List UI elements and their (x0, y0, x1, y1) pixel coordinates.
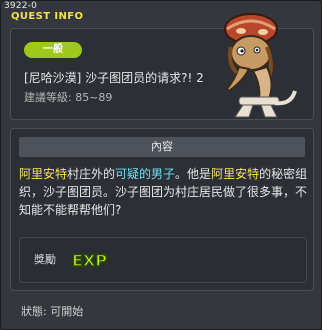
content-header: 內容 (19, 137, 305, 157)
desc-text: 村庄外的 (67, 167, 116, 181)
quest-type-badge: 一般 (24, 42, 82, 58)
quest-name: [尼哈沙漠] 沙子图团员的请求?! 2 (24, 71, 204, 85)
quest-content-panel: 內容 阿里安特村庄外的可疑的男子。他是阿里安特的秘密组织，沙子图团员。沙子图团为… (10, 128, 314, 291)
quest-status: 狀態: 可開始 (21, 305, 84, 318)
recommended-level: 建議等級: 85~89 (24, 91, 113, 104)
window-title: QUEST INFO (11, 11, 84, 22)
npc-portrait-icon (224, 13, 297, 118)
desc-highlight-village: 阿里安特 (19, 167, 68, 181)
quest-info-window: 3922-0 QUEST INFO 一般 [尼哈沙漠] 沙子图团员的请求?! 2… (0, 0, 322, 330)
reward-label: 獎勵 (34, 253, 56, 266)
window-id: 3922-0 (4, 1, 38, 11)
desc-highlight-man: 可疑的男子 (115, 167, 176, 181)
reward-box: 獎勵 EXP (19, 237, 307, 283)
exp-icon-text: EXP (72, 251, 107, 270)
quest-description: 阿里安特村庄外的可疑的男子。他是阿里安特的秘密组织，沙子图团员。沙子图团为村庄居… (19, 165, 309, 219)
desc-text: 。他是 (175, 167, 212, 181)
desc-highlight-village: 阿里安特 (211, 167, 260, 181)
exp-icon: EXP (71, 250, 108, 270)
